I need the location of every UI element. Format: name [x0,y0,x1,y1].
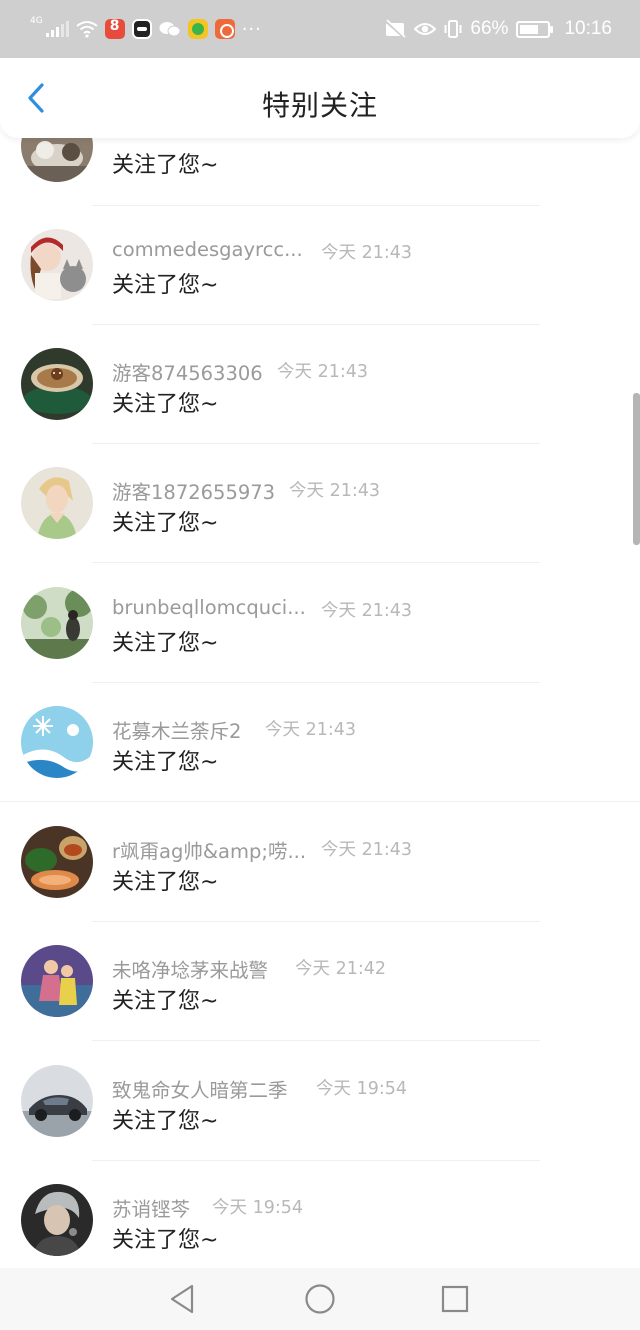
circle-home-icon [305,1284,335,1314]
divider [92,1040,540,1041]
wechat-icon [159,22,181,37]
message-text: 关注了您~ [112,511,219,536]
message-text: 关注了您~ [112,989,219,1014]
message-text: 关注了您~ [112,1109,219,1134]
user-name: 未咯净埝茅来战警 [112,959,269,982]
avatar [21,348,93,420]
user-name: r飒甭ag帅&amp;唠... [112,840,307,863]
list-item[interactable]: 苏诮铿芩 今天 19:54 关注了您~ [0,1161,640,1281]
user-name: brunbeqllomcquci... [112,596,306,619]
scrollbar[interactable] [633,393,640,545]
message-text: 关注了您~ [112,631,219,656]
user-name: 苏诮铿芩 [112,1198,191,1221]
battery-icon [516,20,554,38]
square-recents-icon [441,1285,469,1313]
triangle-back-icon [170,1284,194,1314]
list-item[interactable]: 花募木兰荼斥2 今天 21:43 关注了您~ [0,683,640,803]
mute-icon [385,19,407,39]
follow-time: 今天 21:43 [277,362,368,382]
message-text: 关注了您~ [112,392,219,417]
vibrate-icon [444,20,462,38]
message-text: 关注了您~ [112,870,219,895]
avatar [21,229,93,301]
avatar [21,1184,93,1256]
list-item[interactable]: 游客1872655973 今天 21:43 关注了您~ [0,444,640,564]
divider [0,801,640,802]
clock: 10:16 [564,18,612,39]
eye-comfort-icon [414,23,437,35]
app-notification-icon [131,19,152,39]
list-item[interactable]: brunbeqllomcquci... 今天 21:43 关注了您~ [0,564,640,684]
app-notification-icon [187,19,208,39]
status-right: 66% 10:16 [384,14,612,44]
list-item[interactable]: 未咯净埝茅来战警 今天 21:42 关注了您~ [0,922,640,1042]
follow-time: 今天 21:43 [265,720,356,740]
nav-home-button[interactable] [303,1282,337,1316]
list-item[interactable]: 游客874563306 今天 21:43 关注了您~ [0,325,640,445]
follow-time: 今天 19:54 [316,1079,407,1099]
signal-icon [45,21,69,37]
follow-time: 今天 19:54 [212,1198,303,1218]
follow-time: 今天 21:43 [321,840,412,860]
more-notifications-icon: ··· [241,18,262,40]
user-name: 致鬼命女人暗第二季 [112,1079,288,1102]
user-name: commedesgayrcc... [112,238,303,261]
avatar [21,467,93,539]
message-text: 关注了您~ [112,273,219,298]
message-text: 关注了您~ [112,750,219,775]
list-item[interactable]: 致鬼命女人暗第二季 今天 19:54 关注了您~ [0,1042,640,1162]
user-name: 游客874563306 [112,362,263,385]
app-notification-icon [214,19,235,39]
avatar [21,587,93,659]
message-text: 关注了您~ [112,1228,219,1253]
user-name: 花募木兰荼斥2 [112,720,242,743]
system-nav-bar [0,1268,640,1330]
status-left: 4G ··· [30,14,262,44]
message-text: 关注了您~ [112,153,219,178]
avatar [21,706,93,778]
avatar [21,826,93,898]
wifi-icon [76,21,98,38]
avatar [21,945,93,1017]
title-bar: 特别关注 [0,58,640,138]
avatar [21,1065,93,1137]
user-name: 游客1872655973 [112,481,276,504]
follow-time: 今天 21:42 [295,959,386,979]
follow-time: 今天 21:43 [289,481,380,501]
list-item[interactable]: commedesgayrcc... 今天 21:43 关注了您~ [0,206,640,326]
status-bar: 4G ··· 66% 10:16 [0,0,640,58]
app-notification-icon [104,18,125,39]
battery-percent: 66% [470,18,509,39]
divider [92,562,540,563]
follow-time: 今天 21:43 [321,601,412,621]
nav-recents-button[interactable] [438,1282,472,1316]
network-type: 4G [30,16,43,26]
follow-time: 今天 21:43 [321,243,412,263]
nav-back-button[interactable] [166,1282,200,1316]
page-title: 特别关注 [261,89,378,122]
list-item[interactable]: r飒甭ag帅&amp;唠... 今天 21:43 关注了您~ [0,803,640,923]
